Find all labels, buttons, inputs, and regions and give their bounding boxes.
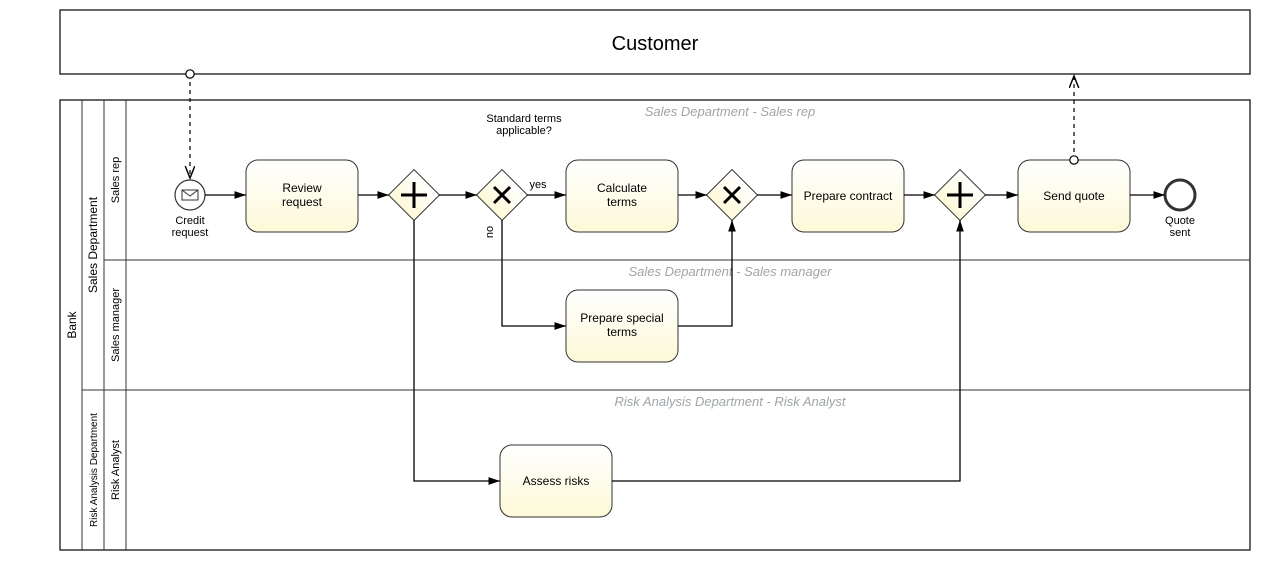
svg-text:request: request — [172, 227, 209, 239]
svg-text:Assess risks: Assess risks — [523, 474, 590, 488]
task-prepare-special-terms: Prepare special terms — [566, 290, 678, 362]
pool-customer-title: Customer — [612, 33, 699, 55]
lane-sales-mgr-title: Sales manager — [110, 288, 122, 362]
task-send-quote: Send quote — [1018, 160, 1130, 232]
lane-sales-mgr-watermark: Sales Department - Sales manager — [628, 264, 832, 279]
svg-text:Standard terms: Standard terms — [486, 113, 562, 125]
svg-text:Credit: Credit — [175, 215, 204, 227]
svg-text:terms: terms — [607, 195, 637, 209]
svg-text:Prepare special: Prepare special — [580, 311, 663, 325]
task-prepare-contract: Prepare contract — [792, 160, 904, 232]
task-calculate-terms: Calculate terms — [566, 160, 678, 232]
lane-risk-analyst-title: Risk Analyst — [110, 440, 122, 500]
svg-text:applicable?: applicable? — [496, 125, 552, 137]
svg-text:Review: Review — [282, 181, 322, 195]
subpool-sales-title: Sales Department — [86, 196, 100, 293]
svg-text:Prepare contract: Prepare contract — [804, 189, 893, 203]
lane-sales-rep-title: Sales rep — [110, 157, 122, 203]
svg-text:Calculate: Calculate — [597, 181, 647, 195]
label-no: no — [484, 226, 496, 238]
task-review-request: Review request — [246, 160, 358, 232]
subpool-risk-title: Risk Analysis Department — [89, 413, 100, 527]
lane-sales-rep-watermark: Sales Department - Sales rep — [645, 104, 816, 119]
lane-risk-analyst-watermark: Risk Analysis Department - Risk Analyst — [615, 394, 847, 409]
svg-text:sent: sent — [1170, 227, 1191, 239]
svg-text:Send quote: Send quote — [1043, 189, 1105, 203]
svg-text:request: request — [282, 195, 323, 209]
svg-text:terms: terms — [607, 325, 637, 339]
task-assess-risks: Assess risks — [500, 445, 612, 517]
svg-text:Quote: Quote — [1165, 215, 1195, 227]
bpmn-diagram: Customer Bank Sales Department Sales rep… — [0, 0, 1278, 573]
pool-bank-title: Bank — [65, 310, 79, 338]
label-yes: yes — [529, 179, 547, 191]
